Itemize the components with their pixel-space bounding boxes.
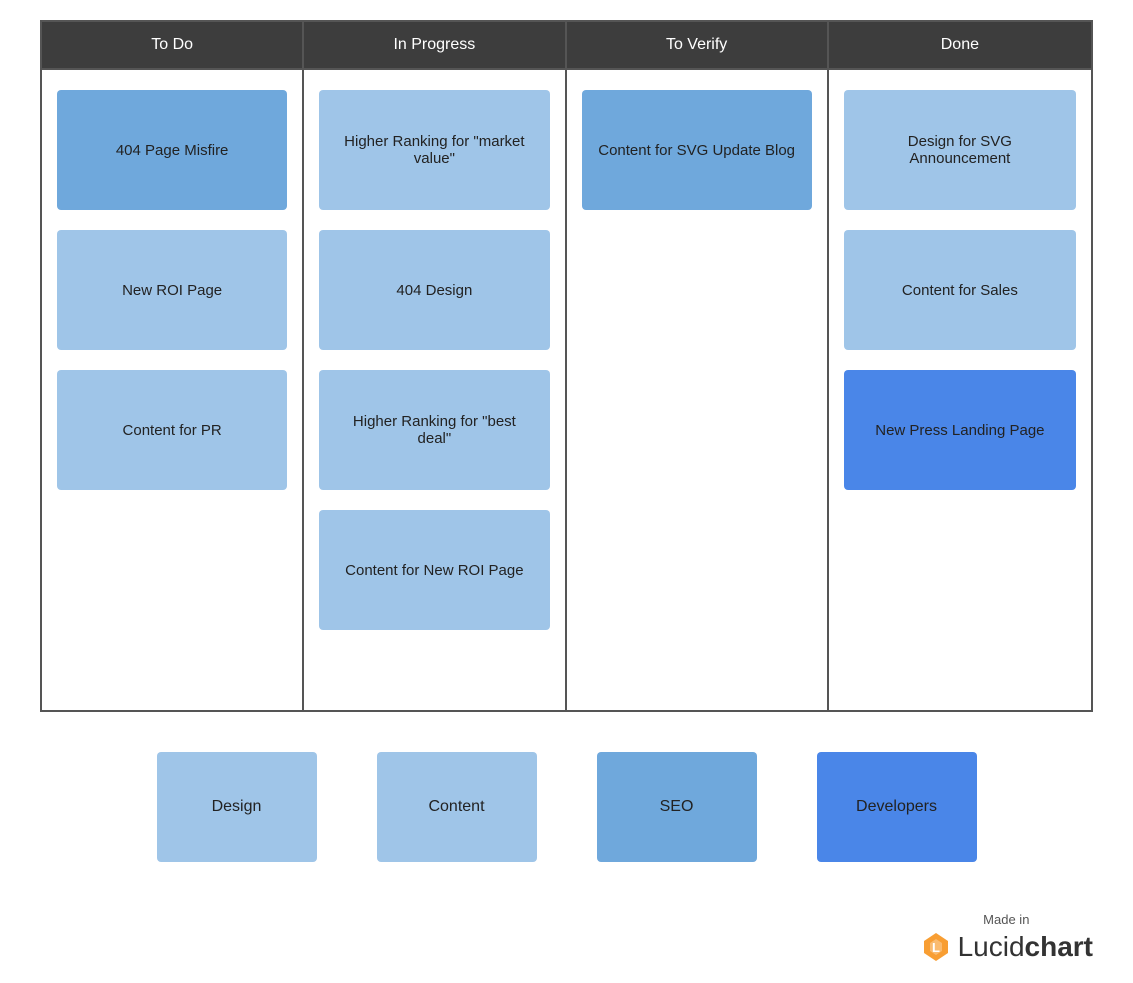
column-header-done: Done bbox=[829, 22, 1091, 68]
toverify-column: Content for SVG Update Blog bbox=[567, 70, 829, 710]
kanban-card[interactable]: New Press Landing Page bbox=[844, 370, 1076, 490]
kanban-header: To Do In Progress To Verify Done bbox=[42, 22, 1091, 68]
legend-item-design: Design bbox=[157, 752, 317, 862]
inprogress-column: Higher Ranking for "market value" 404 Des… bbox=[304, 70, 566, 710]
kanban-card[interactable]: Content for PR bbox=[57, 370, 287, 490]
lucidchart-icon: L bbox=[920, 931, 952, 963]
legend-card-seo[interactable]: SEO bbox=[597, 752, 757, 862]
kanban-card[interactable]: Higher Ranking for "market value" bbox=[319, 90, 549, 210]
logo-row: L Lucidchart bbox=[920, 931, 1093, 963]
made-in-text: Made in bbox=[983, 912, 1029, 927]
logo-text: Lucidchart bbox=[958, 931, 1093, 963]
kanban-card[interactable]: 404 Page Misfire bbox=[57, 90, 287, 210]
legend-card-developers[interactable]: Developers bbox=[817, 752, 977, 862]
todo-column: 404 Page Misfire New ROI Page Content for … bbox=[42, 70, 304, 710]
kanban-card[interactable]: New ROI Page bbox=[57, 230, 287, 350]
column-header-inprogress: In Progress bbox=[304, 22, 566, 68]
legend-card-design[interactable]: Design bbox=[157, 752, 317, 862]
kanban-body: 404 Page Misfire New ROI Page Content for … bbox=[42, 68, 1091, 710]
svg-text:L: L bbox=[932, 940, 940, 955]
footer: Made in L Lucidchart bbox=[0, 882, 1133, 983]
legend-section: Design Content SEO Developers bbox=[40, 752, 1093, 862]
kanban-board: To Do In Progress To Verify Done 404 Pag… bbox=[40, 20, 1093, 712]
legend-item-seo: SEO bbox=[597, 752, 757, 862]
kanban-card[interactable]: Design for SVG Announcement bbox=[844, 90, 1076, 210]
legend-item-content: Content bbox=[377, 752, 537, 862]
kanban-card[interactable]: Content for SVG Update Blog bbox=[582, 90, 812, 210]
legend-card-content[interactable]: Content bbox=[377, 752, 537, 862]
column-header-todo: To Do bbox=[42, 22, 304, 68]
column-header-toverify: To Verify bbox=[567, 22, 829, 68]
done-column: Design for SVG Announcement Content for S… bbox=[829, 70, 1091, 710]
kanban-card[interactable]: Higher Ranking for "best deal" bbox=[319, 370, 549, 490]
kanban-card[interactable]: 404 Design bbox=[319, 230, 549, 350]
kanban-card[interactable]: Content for New ROI Page bbox=[319, 510, 549, 630]
lucidchart-logo: Made in L Lucidchart bbox=[920, 912, 1093, 963]
legend-item-developers: Developers bbox=[817, 752, 977, 862]
kanban-card[interactable]: Content for Sales bbox=[844, 230, 1076, 350]
